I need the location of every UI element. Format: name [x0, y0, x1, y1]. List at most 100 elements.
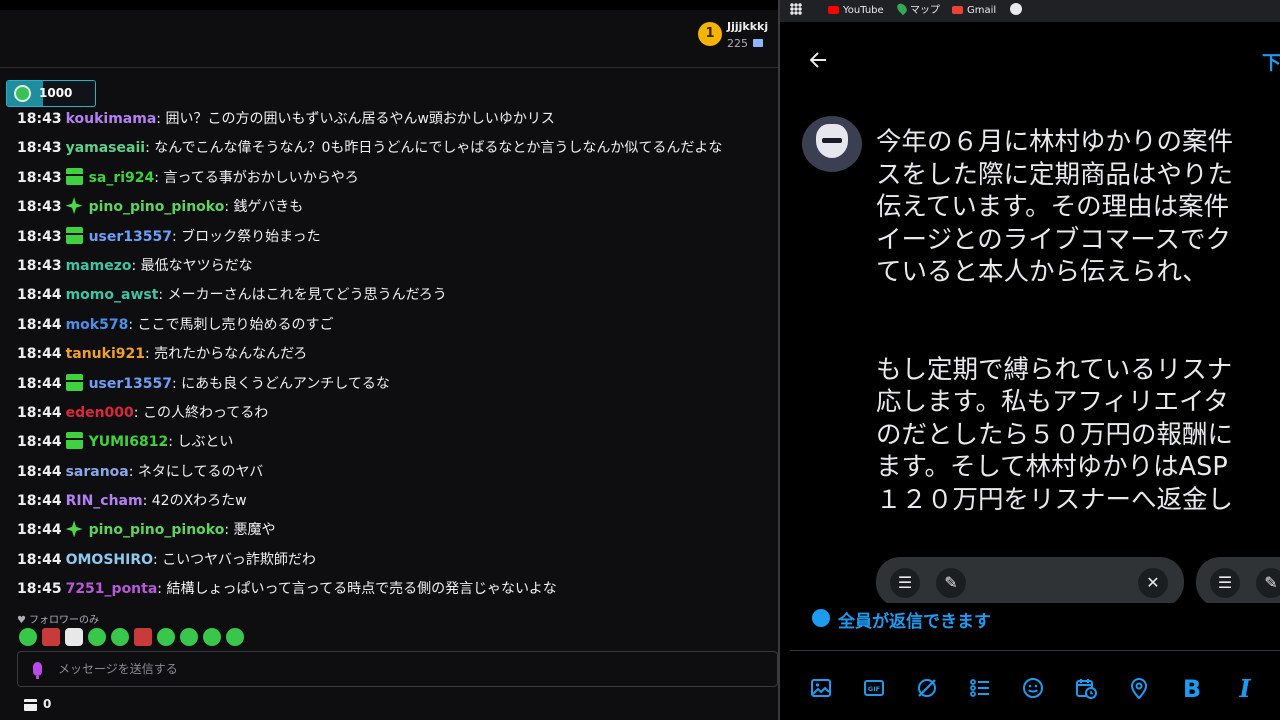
globe-icon: [812, 609, 830, 627]
emote-icon[interactable]: [180, 628, 198, 646]
message-text: : 結構しょっぱいって言ってる時点で売る側の発言じゃないよな: [157, 581, 557, 598]
chat-message: 18:44 OMOSHIRO: こいつヤバっ詐欺師だわ: [17, 549, 777, 578]
chat-message: 18:44 RIN_cham: 42のXわろたw: [17, 490, 777, 519]
message-text: : ネタにしてるのヤバ: [128, 463, 264, 480]
gift-badge-icon[interactable]: [65, 167, 83, 185]
back-arrow-icon[interactable]: [806, 48, 830, 72]
message-username[interactable]: pino_pino_pinoko: [89, 199, 225, 215]
avatar-eyes: [822, 138, 842, 143]
gift-badge-icon[interactable]: [65, 432, 83, 450]
message-username[interactable]: OMOSHIRO: [66, 552, 153, 568]
tweet-line: ていると本人から伝えられ、: [876, 257, 1208, 287]
browser-window: YouTube マップ Gmail 下 今年の６月に林村ゆかりの案件 スをした際…: [780, 0, 1280, 720]
emote-icon[interactable]: [65, 628, 83, 646]
tweet-line: もし定期で縛られているリスナ: [876, 354, 1233, 385]
chat-message: 18:44 tanuki921: 売れたからなんなんだろ: [17, 343, 777, 372]
emoji-icon[interactable]: [1020, 676, 1046, 702]
message-timestamp: 18:44: [17, 375, 62, 392]
tweet-line: 応します。私もアフィリエイタ: [876, 387, 1229, 417]
chat-message: 18:43 koukimama: 囲い？この方の囲いもずいぶん居るやんw頭おかしい…: [17, 108, 777, 137]
message-timestamp: 18:43: [17, 228, 62, 245]
drafts-button[interactable]: 下: [1262, 48, 1280, 75]
message-username[interactable]: 7251_ponta: [66, 581, 158, 597]
message-text: : なんでこんな偉そうなん？0も昨日うどんにでしゃばるなとか言うしなんか似てるん…: [145, 140, 723, 157]
store-icon[interactable]: [24, 699, 37, 711]
menu-icon[interactable]: ☰: [1210, 568, 1240, 598]
location-icon[interactable]: [1126, 676, 1152, 702]
message-username[interactable]: pino_pino_pinoko: [89, 522, 225, 538]
emote-icon[interactable]: [203, 628, 221, 646]
star-badge-icon[interactable]: [65, 520, 83, 538]
rank-badge: 1: [698, 22, 722, 46]
emote-icon[interactable]: [226, 628, 244, 646]
message-timestamp: 18:44: [17, 434, 62, 451]
chat-message: 18:43 sa_ri924: 言ってる事がおかしいからやろ: [17, 167, 777, 196]
bookmark-youtube[interactable]: YouTube: [828, 3, 884, 19]
chat-message-input[interactable]: [58, 652, 758, 686]
message-username[interactable]: yamaseaii: [66, 140, 145, 156]
message-timestamp: 18:44: [17, 404, 62, 421]
media-edit-bar: ☰ ✎ ✕: [876, 557, 1184, 607]
goal-value: 1000: [39, 86, 73, 100]
emote-icon[interactable]: [134, 628, 152, 646]
bold-button[interactable]: B: [1179, 676, 1205, 702]
chat-message: 18:44 saranoa: ネタにしてるのヤバ: [17, 461, 777, 490]
svg-text:GIF: GIF: [868, 685, 880, 693]
avatar[interactable]: [802, 116, 862, 172]
emote-icon[interactable]: [157, 628, 175, 646]
gift-badge-icon[interactable]: [65, 226, 83, 244]
message-timestamp: 18:44: [17, 522, 62, 539]
menu-icon[interactable]: ☰: [890, 568, 920, 598]
store-count: 0: [43, 697, 52, 711]
gift-badge-icon[interactable]: [65, 373, 83, 391]
grok-icon[interactable]: [914, 676, 940, 702]
compose-toolbar: GIF B I: [808, 676, 1280, 704]
bookmark-maps[interactable]: マップ: [895, 1, 940, 19]
emote-icon[interactable]: [42, 628, 60, 646]
message-username[interactable]: user13557: [89, 229, 172, 245]
message-username[interactable]: eden000: [66, 405, 134, 421]
emote-icon[interactable]: [19, 628, 37, 646]
message-username[interactable]: momo_awst: [66, 287, 159, 303]
gif-icon[interactable]: GIF: [861, 676, 887, 702]
bookmark-gmail[interactable]: Gmail: [952, 3, 996, 19]
message-username[interactable]: YUMI6812: [89, 434, 169, 450]
message-text: : 囲い？この方の囲いもずいぶん居るやんw頭おかしいゆかリス: [156, 111, 555, 127]
rank-points: 225: [727, 37, 748, 50]
chat-message: 18:43 mamezo: 最低なヤツらだな: [17, 255, 777, 284]
schedule-icon[interactable]: [1073, 676, 1099, 702]
message-timestamp: 18:43: [17, 257, 62, 274]
apps-grid-icon[interactable]: [790, 3, 802, 15]
emote-icon[interactable]: [111, 628, 129, 646]
message-username[interactable]: sa_ri924: [89, 170, 155, 186]
message-timestamp: 18:43: [17, 199, 62, 216]
message-timestamp: 18:43: [17, 169, 62, 186]
chat-panel: 1 Jjjjkkkj 225 1000 18:43 koukimama: 囲い？こ…: [0, 0, 778, 720]
message-username[interactable]: tanuki921: [66, 346, 145, 362]
message-text: : 最低なヤツらだな: [131, 257, 253, 274]
message-username[interactable]: koukimama: [66, 111, 157, 127]
message-username[interactable]: mok578: [66, 317, 129, 333]
goal-progress[interactable]: 1000: [6, 80, 96, 107]
rank-username[interactable]: Jjjjkkkj: [727, 20, 768, 33]
message-text: : 銭ゲバきも: [224, 199, 304, 216]
tweet-line: のだとしたら５０万円の報酬に: [876, 419, 1234, 450]
message-username[interactable]: saranoa: [66, 464, 129, 480]
message-username[interactable]: user13557: [89, 376, 172, 392]
italic-button[interactable]: I: [1232, 676, 1258, 702]
message-timestamp: 18:44: [17, 551, 62, 568]
emote-icon[interactable]: [88, 628, 106, 646]
message-username[interactable]: mamezo: [66, 258, 132, 274]
tweet-compose-text[interactable]: 今年の６月に林村ゆかりの案件 スをした際に定期商品はやりた 伝えています。その理…: [876, 126, 1280, 516]
edit-pencil-icon[interactable]: ✎: [936, 568, 966, 598]
reply-setting-button[interactable]: 全員が返信できます: [838, 607, 991, 632]
microphone-icon[interactable]: [33, 662, 42, 679]
poll-icon[interactable]: [967, 676, 993, 702]
image-icon[interactable]: [808, 676, 834, 702]
edit-pencil-icon[interactable]: ✎: [1256, 568, 1280, 598]
close-icon[interactable]: ✕: [1138, 568, 1168, 598]
message-text: : こいつヤバっ詐欺師だわ: [153, 551, 316, 568]
message-username[interactable]: RIN_cham: [66, 493, 143, 509]
globe-bookmark-icon[interactable]: [1010, 3, 1022, 15]
star-badge-icon[interactable]: [65, 197, 83, 215]
